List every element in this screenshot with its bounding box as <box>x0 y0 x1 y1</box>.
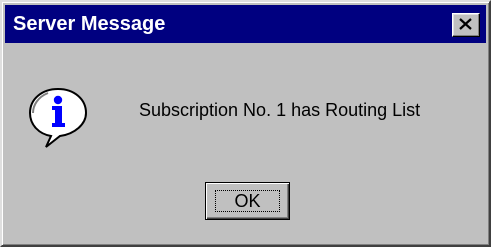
close-x-icon <box>459 18 472 30</box>
server-message-dialog: Server Message Subscription No. 1 has Ro… <box>0 0 491 247</box>
message-text: Subscription No. 1 has Routing List <box>139 100 421 120</box>
window-title: Server Message <box>13 13 166 35</box>
close-button[interactable] <box>452 13 480 37</box>
info-icon <box>28 87 88 148</box>
ok-button-label: OK <box>215 190 280 212</box>
title-bar[interactable]: Server Message <box>5 5 486 43</box>
ok-button[interactable]: OK <box>205 182 290 220</box>
